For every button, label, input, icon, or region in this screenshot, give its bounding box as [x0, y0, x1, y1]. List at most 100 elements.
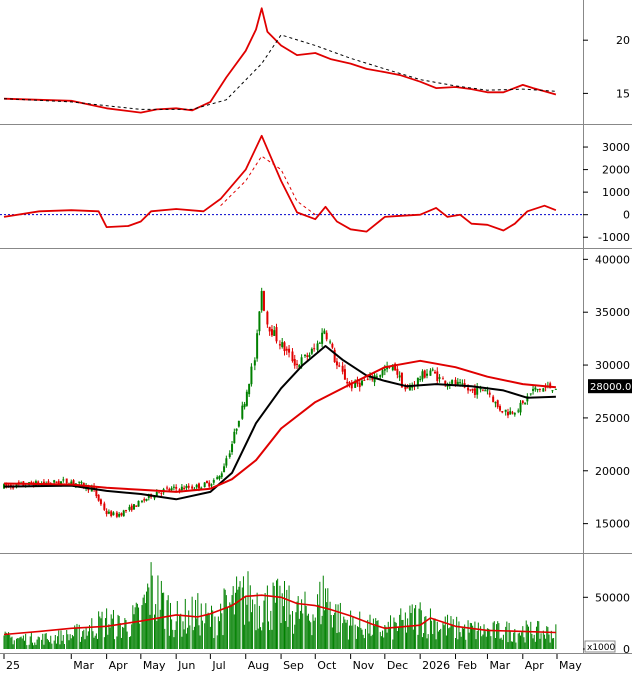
x-tick-label-5: Jul — [211, 659, 225, 672]
x-tick-label-3: May — [143, 659, 166, 672]
price-candle-body-180 — [454, 379, 457, 385]
price-candle-body-172 — [433, 371, 436, 374]
price-candle-body-42 — [107, 511, 110, 514]
price-candle-body-205 — [517, 410, 520, 412]
price-candle-body-86 — [218, 476, 221, 479]
price-candle-body-142 — [358, 382, 361, 388]
price-candle-body-134 — [338, 365, 341, 367]
price-candle-body-219 — [551, 390, 554, 392]
price-candle-body-167 — [421, 371, 424, 380]
price-candle-body-198 — [498, 406, 501, 411]
price-candle-body-194 — [488, 392, 491, 395]
x-tick-label-4: Jun — [177, 659, 195, 672]
price-candle-body-126 — [318, 342, 321, 344]
price-candle-body-123 — [310, 348, 313, 354]
price-candle-body-127 — [321, 332, 324, 344]
price-candle-body-44 — [112, 512, 115, 516]
price-candle-body-91 — [231, 444, 234, 453]
stock-chart: 20153000200010000-1000400003500030000250… — [0, 0, 632, 673]
price-candle-body-56 — [143, 499, 146, 501]
price-candle-body-182 — [459, 382, 462, 384]
price-candle-body-111 — [281, 342, 284, 348]
price-candle-body-181 — [456, 381, 459, 385]
price-candle-body-121 — [306, 355, 309, 358]
x-tick-label-12: Feb — [458, 659, 477, 672]
volume-ytick-label-1: 0 — [623, 643, 630, 656]
price-candle-body-84 — [212, 480, 215, 483]
price-candle-body-49 — [125, 510, 128, 512]
price-candle-body-211 — [532, 388, 535, 391]
price-candle-body-135 — [341, 365, 344, 372]
price-candle-body-51 — [130, 505, 133, 511]
price-candle-body-92 — [233, 431, 236, 444]
x-tick-label-8: Oct — [317, 659, 337, 672]
price-candle-body-71 — [180, 486, 183, 491]
price-candle-body-171 — [431, 369, 434, 371]
price-candle-body-204 — [513, 412, 516, 415]
price-candle-body-136 — [343, 369, 346, 380]
price-candle-body-137 — [346, 381, 349, 384]
price-candle-body-65 — [166, 487, 169, 489]
price-candle-body-69 — [175, 486, 178, 489]
price-candle-body-208 — [524, 402, 527, 404]
price-candle-body-173 — [436, 371, 439, 382]
price-candle-body-72 — [183, 487, 186, 490]
price-candle-body-210 — [529, 393, 532, 395]
price-candle-body-38 — [97, 494, 100, 501]
price-candle-body-133 — [335, 361, 338, 366]
price-candle-body-28 — [72, 480, 75, 484]
price-candle-body-54 — [137, 500, 140, 507]
price-candle-body-39 — [99, 499, 102, 505]
price-candle-body-30 — [78, 481, 81, 483]
x-tick-label-7: Sep — [283, 659, 304, 672]
x-tick-label-2: Apr — [109, 659, 129, 672]
price-candle-body-175 — [441, 378, 444, 380]
price-candle-body-144 — [363, 379, 366, 381]
price-candle-body-106 — [268, 326, 271, 332]
price-candle-body-124 — [313, 348, 316, 350]
price-candle-body-170 — [429, 370, 432, 376]
price-candle-body-62 — [158, 492, 161, 494]
price-candle-body-20 — [53, 480, 56, 483]
price-candle-body-81 — [205, 480, 208, 484]
price-candle-body-157 — [396, 368, 399, 375]
price-candle-body-45 — [115, 512, 118, 517]
price-candle-body-66 — [168, 489, 171, 491]
price-candle-body-53 — [135, 505, 138, 507]
price-candle-body-145 — [366, 378, 369, 380]
price-ytick-label-1: 35000 — [595, 306, 630, 319]
price-candle-body-50 — [128, 507, 131, 510]
price-ytick-label-2: 30000 — [595, 359, 630, 372]
price-candle-body-41 — [105, 510, 108, 515]
price-candle-body-63 — [160, 492, 163, 494]
price-candle-body-80 — [203, 482, 206, 488]
price-candle-body-187 — [471, 388, 474, 391]
price-candle-body-220 — [554, 388, 557, 390]
price-candle-body-99 — [250, 366, 253, 385]
price-candle-body-183 — [461, 383, 464, 385]
price-candle-body-129 — [325, 332, 328, 340]
price-candle-body-93 — [235, 428, 238, 431]
x-tick-label-13: Mar — [489, 659, 510, 672]
price-candle-body-214 — [538, 388, 541, 390]
x-tick-label-1: Mar — [73, 659, 94, 672]
price-candle-body-48 — [122, 510, 125, 517]
price-candle-body-125 — [316, 343, 319, 350]
price-candle-body-105 — [266, 311, 269, 325]
top-indicator-ytick-label-0: 20 — [616, 34, 630, 47]
price-candle-body-110 — [278, 344, 281, 346]
price-candle-body-78 — [197, 483, 200, 489]
price-candle-body-158 — [398, 375, 401, 378]
price-candle-body-213 — [536, 388, 539, 391]
price-candle-body-189 — [476, 387, 479, 395]
price-candle-body-87 — [220, 473, 223, 477]
x-tick-label-6: Aug — [248, 659, 269, 672]
x-tick-label-9: Nov — [353, 659, 375, 672]
price-candle-body-46 — [118, 513, 121, 517]
price-candle-body-52 — [132, 504, 135, 510]
price-candle-body-128 — [323, 330, 326, 334]
oscillator-ytick-label-1: 2000 — [602, 164, 630, 177]
price-candle-body-104 — [262, 291, 265, 311]
price-candle-body-100 — [253, 360, 256, 366]
price-candle-body-152 — [383, 369, 386, 371]
